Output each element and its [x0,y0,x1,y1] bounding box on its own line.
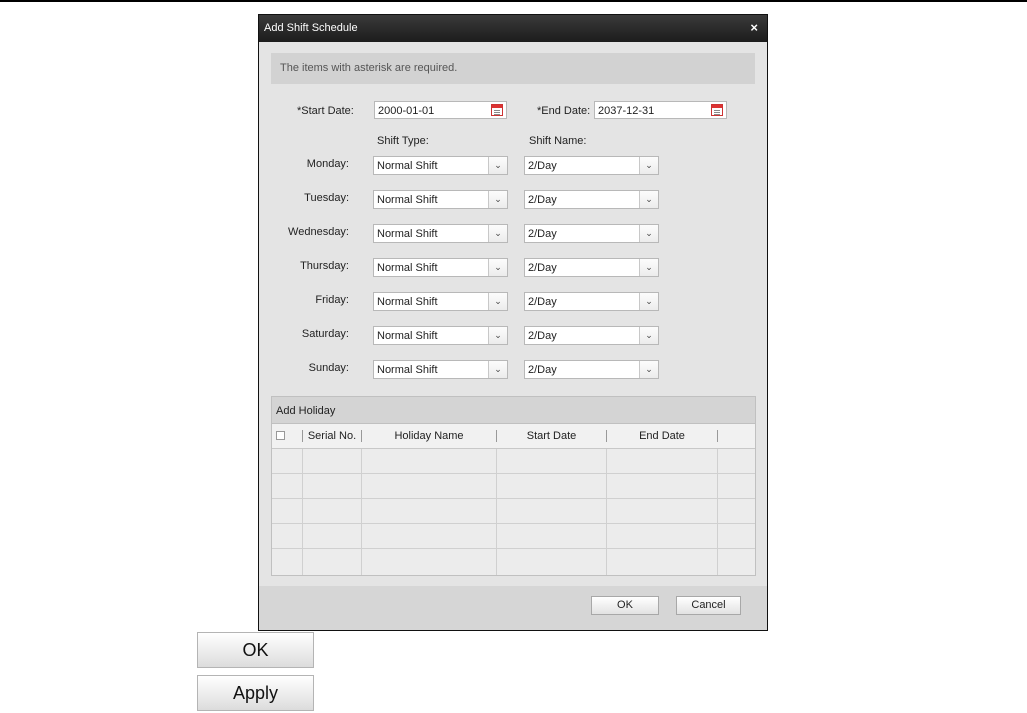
start-date-label: *Start Date: [297,105,354,117]
chevron-down-icon[interactable]: ⌄ [639,191,658,208]
end-date-field[interactable]: 2037-12-31 [594,101,727,119]
day-label: Wednesday: [288,226,349,238]
shift-type-value: Normal Shift [377,364,438,376]
shift-name-header: Shift Name: [529,135,587,147]
shift-name-select[interactable]: 2/Day ⌄ [524,156,659,175]
shift-type-header: Shift Type: [377,135,429,147]
grid-line [361,449,362,575]
shift-type-value: Normal Shift [377,330,438,342]
table-row[interactable] [272,449,755,474]
shift-type-value: Normal Shift [377,228,438,240]
chevron-down-icon[interactable]: ⌄ [488,225,507,242]
shift-name-value: 2/Day [528,262,557,274]
shift-name-select[interactable]: 2/Day ⌄ [524,258,659,277]
chevron-down-icon[interactable]: ⌄ [639,361,658,378]
chevron-down-icon[interactable]: ⌄ [488,259,507,276]
col-serial-no[interactable]: Serial No. [303,430,361,442]
shift-type-value: Normal Shift [377,296,438,308]
shift-name-value: 2/Day [528,330,557,342]
calendar-icon[interactable] [491,104,503,116]
shift-type-select[interactable]: Normal Shift ⌄ [373,360,508,379]
top-divider [0,0,1027,2]
chevron-down-icon[interactable]: ⌄ [639,327,658,344]
shift-type-value: Normal Shift [377,262,438,274]
shift-type-value: Normal Shift [377,194,438,206]
shift-name-select[interactable]: 2/Day ⌄ [524,292,659,311]
shift-type-select[interactable]: Normal Shift ⌄ [373,190,508,209]
shift-type-select[interactable]: Normal Shift ⌄ [373,292,508,311]
chevron-down-icon[interactable]: ⌄ [639,293,658,310]
grid-line [606,449,607,575]
calendar-icon[interactable] [711,104,723,116]
chevron-down-icon[interactable]: ⌄ [488,191,507,208]
day-label: Monday: [306,158,349,170]
day-label: Sunday: [308,362,349,374]
chevron-down-icon[interactable]: ⌄ [488,327,507,344]
col-start-date[interactable]: Start Date [497,430,606,442]
required-notice: The items with asterisk are required. [271,53,755,84]
day-label: Friday: [315,294,349,306]
shift-name-select[interactable]: 2/Day ⌄ [524,360,659,379]
grid-line [302,449,303,575]
dialog-footer: OK Cancel [259,586,767,630]
table-row[interactable] [272,499,755,524]
table-row[interactable] [272,524,755,549]
apply-button-large[interactable]: Apply [197,675,314,711]
shift-type-select[interactable]: Normal Shift ⌄ [373,326,508,345]
add-holiday-header: Add Holiday [272,397,755,424]
shift-type-select[interactable]: Normal Shift ⌄ [373,224,508,243]
shift-name-value: 2/Day [528,160,557,172]
add-shift-schedule-dialog: Add Shift Schedule × The items with aste… [258,14,768,631]
chevron-down-icon[interactable]: ⌄ [488,157,507,174]
shift-name-value: 2/Day [528,194,557,206]
dialog-titlebar: Add Shift Schedule × [259,15,767,42]
start-date-field[interactable]: 2000-01-01 [374,101,507,119]
chevron-down-icon[interactable]: ⌄ [639,259,658,276]
table-row[interactable] [272,549,755,574]
ok-button-large[interactable]: OK [197,632,314,668]
shift-name-value: 2/Day [528,364,557,376]
chevron-down-icon[interactable]: ⌄ [639,225,658,242]
day-label: Thursday: [300,260,349,272]
col-holiday-name[interactable]: Holiday Name [362,430,496,442]
shift-name-value: 2/Day [528,228,557,240]
add-holiday-panel: Add Holiday Serial No. Holiday Name Star… [271,396,756,576]
shift-name-select[interactable]: 2/Day ⌄ [524,224,659,243]
day-label: Tuesday: [304,192,349,204]
table-row[interactable] [272,474,755,499]
cancel-button[interactable]: Cancel [676,596,741,615]
shift-name-select[interactable]: 2/Day ⌄ [524,190,659,209]
holiday-table-header: Serial No. Holiday Name Start Date End D… [272,424,755,449]
chevron-down-icon[interactable]: ⌄ [488,293,507,310]
start-date-value: 2000-01-01 [378,105,435,117]
shift-type-select[interactable]: Normal Shift ⌄ [373,156,508,175]
end-date-label: *End Date: [537,105,591,117]
add-holiday-title: Add Holiday [276,405,336,417]
shift-type-select[interactable]: Normal Shift ⌄ [373,258,508,277]
ok-button[interactable]: OK [591,596,659,615]
shift-name-value: 2/Day [528,296,557,308]
chevron-down-icon[interactable]: ⌄ [488,361,507,378]
end-date-value: 2037-12-31 [598,105,655,117]
col-end-date[interactable]: End Date [607,430,717,442]
shift-type-value: Normal Shift [377,160,438,172]
grid-line [717,449,718,575]
close-icon[interactable]: × [750,20,758,35]
dialog-title: Add Shift Schedule [264,22,358,34]
select-all-checkbox[interactable] [276,431,285,440]
chevron-down-icon[interactable]: ⌄ [639,157,658,174]
column-separator [717,430,718,442]
grid-line [496,449,497,575]
day-label: Saturday: [301,328,349,340]
shift-name-select[interactable]: 2/Day ⌄ [524,326,659,345]
